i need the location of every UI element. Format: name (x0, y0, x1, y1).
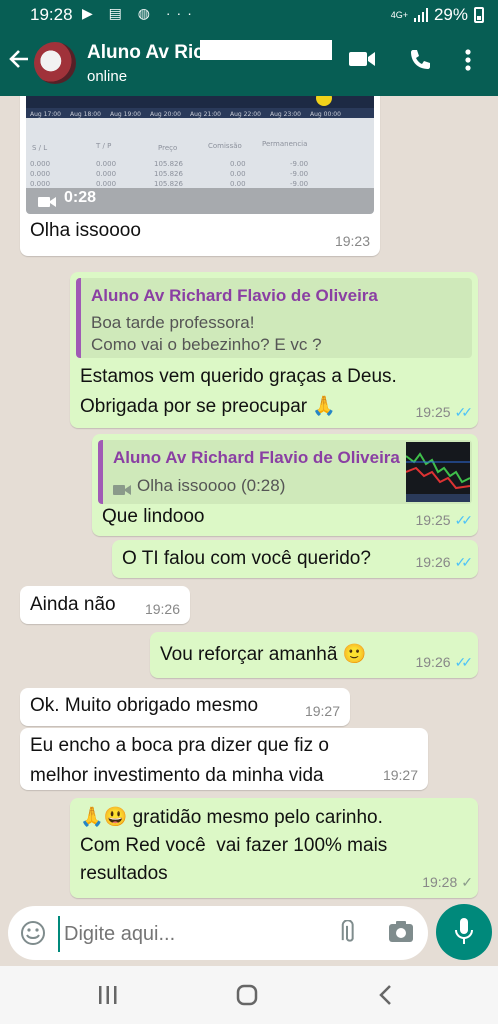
svg-text:0.000: 0.000 (30, 180, 50, 188)
message-text: Vou reforçar amanhã 🙂 (160, 644, 367, 665)
video-icon (113, 480, 131, 502)
message-time: 19:23 (334, 233, 370, 249)
svg-text:0.000: 0.000 (30, 170, 50, 178)
contact-name[interactable]: Aluno Av Ric (87, 42, 204, 64)
svg-text:S / L: S / L (32, 144, 47, 152)
system-nav-bar (0, 966, 498, 1024)
network-type: 4G+ (390, 9, 408, 20)
delivered-tick-icon: ✓ (461, 874, 473, 890)
redaction-box (200, 40, 332, 60)
message-text: O TI falou com você querido? (122, 548, 371, 569)
message-time: 19:25 (415, 512, 451, 528)
quote-thumbnail (406, 442, 470, 502)
phone-icon[interactable] (408, 48, 432, 77)
read-ticks-icon: ✓✓ (454, 512, 474, 528)
quoted-message[interactable]: Aluno Av Richard Flavio de Oliveira Boa … (76, 278, 472, 358)
svg-text:0.000: 0.000 (96, 170, 116, 178)
status-time: 19:28 (30, 5, 73, 24)
message-outgoing[interactable]: 🙏😃 gratidão mesmo pelo carinho. Com Red … (70, 798, 478, 898)
svg-text:0.00: 0.00 (230, 170, 246, 178)
back-arrow-icon[interactable] (8, 48, 30, 74)
notification-icons: ▶ ▤ ◍ ··· (82, 5, 198, 21)
svg-text:0.000: 0.000 (96, 180, 116, 188)
read-ticks-icon: ✓✓ (454, 554, 474, 570)
svg-text:Aug 17:00: Aug 17:00 (30, 111, 61, 118)
quote-author: Aluno Av Richard Flavio de Oliveira (91, 286, 378, 305)
svg-text:105.826: 105.826 (154, 160, 183, 168)
message-incoming-video[interactable]: Aug 17:00 Aug 18:00 Aug 19:00 Aug 20:00 Aug… (20, 96, 380, 256)
message-input[interactable] (58, 916, 326, 952)
quote-author: Aluno Av Richard Flavio de Oliveira (113, 448, 400, 467)
svg-text:Comissão: Comissão (208, 142, 242, 150)
video-duration: 0:28 (64, 189, 97, 206)
mic-button[interactable] (436, 904, 492, 960)
message-outgoing[interactable]: Vou reforçar amanhã 🙂 19:26 ✓✓ (150, 632, 478, 678)
message-text: Ok. Muito obrigado mesmo (30, 695, 259, 716)
svg-text:105.826: 105.826 (154, 170, 183, 178)
svg-text:0.000: 0.000 (96, 160, 116, 168)
svg-text:Preço: Preço (158, 144, 177, 152)
message-incoming[interactable]: Ainda não 19:26 (20, 586, 190, 624)
message-outgoing-reply[interactable]: Aluno Av Richard Flavio de Oliveira Boa … (70, 272, 478, 428)
avatar[interactable] (34, 42, 76, 84)
chat-area[interactable]: Aug 17:00 Aug 18:00 Aug 19:00 Aug 20:00 Aug… (0, 96, 498, 962)
svg-text:-9.00: -9.00 (290, 160, 308, 168)
svg-text:Aug 18:00: Aug 18:00 (70, 111, 101, 118)
attach-icon[interactable] (334, 919, 360, 951)
svg-text:Permanencia: Permanencia (262, 140, 307, 148)
svg-text:0.000: 0.000 (30, 160, 50, 168)
message-outgoing[interactable]: O TI falou com você querido? 19:26 ✓✓ (112, 540, 478, 578)
svg-text:105.826: 105.826 (154, 180, 183, 188)
message-time: 19:26 (415, 654, 451, 670)
svg-text:Aug 19:00: Aug 19:00 (110, 111, 141, 118)
svg-text:Aug 00:00: Aug 00:00 (310, 111, 341, 118)
svg-text:Aug 22:00: Aug 22:00 (230, 111, 261, 118)
message-time: 19:27 (382, 767, 418, 783)
emoji-icon[interactable] (20, 920, 46, 951)
message-time: 19:26 (415, 554, 451, 570)
message-text: Olha issoooo (30, 220, 141, 241)
message-outgoing-reply[interactable]: Aluno Av Richard Flavio de Oliveira Olha… (92, 434, 478, 536)
svg-text:Aug 21:00: Aug 21:00 (190, 111, 221, 118)
svg-text:Aug 20:00: Aug 20:00 (150, 111, 181, 118)
svg-text:-9.00: -9.00 (290, 180, 308, 188)
camera-icon[interactable] (388, 920, 414, 949)
signal-icon (413, 8, 428, 22)
message-text: Eu encho a boca pra dizer que fiz o melh… (30, 735, 329, 786)
mic-icon (455, 918, 473, 944)
battery-icon (474, 7, 484, 23)
message-incoming[interactable]: Ok. Muito obrigado mesmo 19:27 (20, 688, 350, 726)
svg-text:-9.00: -9.00 (290, 170, 308, 178)
video-icon (38, 192, 56, 214)
svg-text:0.00: 0.00 (230, 160, 246, 168)
video-thumbnail[interactable]: Aug 17:00 Aug 18:00 Aug 19:00 Aug 20:00 Aug… (26, 96, 374, 214)
message-time: 19:28 (422, 874, 458, 890)
chat-header: Aluno Av Ric online (0, 30, 498, 96)
svg-text:T / P: T / P (95, 142, 111, 150)
read-ticks-icon: ✓✓ (454, 654, 474, 670)
nav-home-icon[interactable] (236, 984, 258, 1011)
message-text: Estamos vem querido graças a Deus. Obrig… (80, 366, 397, 417)
nav-recents-icon[interactable] (98, 986, 118, 1009)
more-vert-icon[interactable] (464, 48, 472, 77)
message-text: Ainda não (30, 594, 116, 615)
message-text: Que lindooo (102, 506, 205, 527)
message-text: 🙏😃 gratidão mesmo pelo carinho. Com Red … (80, 807, 388, 884)
quote-text: Boa tarde professora! Como vai o bebezin… (91, 313, 322, 354)
contact-status: online (87, 68, 128, 85)
message-composer (8, 906, 428, 960)
nav-back-icon[interactable] (378, 984, 394, 1011)
message-time: 19:26 (144, 601, 180, 617)
message-time: 19:25 (415, 404, 451, 420)
svg-text:Aug 23:00: Aug 23:00 (270, 111, 301, 118)
read-ticks-icon: ✓✓ (454, 404, 474, 420)
message-incoming[interactable]: Eu encho a boca pra dizer que fiz o melh… (20, 728, 428, 790)
message-time: 19:27 (304, 703, 340, 719)
battery-level: 29% (433, 5, 468, 24)
status-bar: 19:28 ▶ ▤ ◍ ··· 4G+ 29% (0, 0, 498, 30)
svg-text:0.00: 0.00 (230, 180, 246, 188)
video-call-icon[interactable] (348, 48, 376, 75)
quoted-message[interactable]: Aluno Av Richard Flavio de Oliveira Olha… (98, 440, 472, 504)
quote-text: Olha issoooo (0:28) (137, 476, 286, 495)
